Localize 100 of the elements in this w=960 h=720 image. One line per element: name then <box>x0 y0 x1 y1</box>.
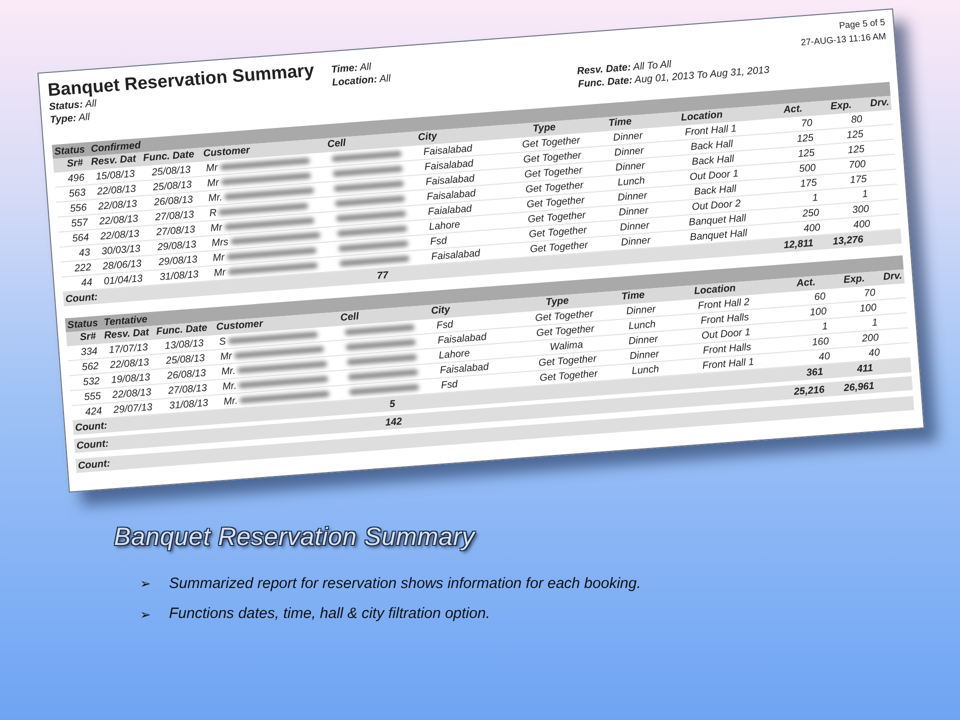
table-cell-text: 22/08/13 <box>110 386 153 403</box>
name-prefix: R <box>208 206 218 221</box>
blurred-text <box>334 196 406 207</box>
name-prefix: Mrs <box>211 235 229 251</box>
table-cell-text: Dinner <box>617 204 650 220</box>
table-cell-text: 125 <box>796 146 816 162</box>
table-cell-text: Front Hall 1 <box>701 355 756 374</box>
column-header: Exp. <box>842 272 866 288</box>
table-cell-text: Banquet Hall <box>687 212 748 228</box>
table-cell-text: 556 <box>68 200 88 216</box>
column-header: Cell <box>326 136 348 152</box>
table-cell-text: 29/08/13 <box>157 252 199 270</box>
name-prefix: Mr. <box>222 379 238 394</box>
table-cell-text: 44 <box>80 276 94 291</box>
total-value: 361 <box>805 365 824 380</box>
table-cell-text: 22/08/13 <box>96 197 138 214</box>
table-cell-text: Dinner <box>612 144 646 160</box>
table-cell-text: 40 <box>817 350 830 364</box>
column-header: Exp. <box>829 98 852 114</box>
blurred-text <box>336 210 406 222</box>
table-cell-text: 28/06/13 <box>101 257 143 274</box>
table-cell-text: 25/08/13 <box>150 163 192 180</box>
table-cell-text: 250 <box>801 206 820 222</box>
table-cell-text: 562 <box>80 360 100 375</box>
table-cell-text: Back Hall <box>690 152 736 170</box>
table-cell-text: 15/08/13 <box>94 167 136 184</box>
table-cell-text: 222 <box>73 260 93 276</box>
table-cell-text: 13/08/13 <box>163 336 206 354</box>
blurred-text <box>334 180 404 192</box>
table-cell-text: 532 <box>82 374 102 390</box>
table-cell-text: Lunch <box>627 318 658 334</box>
count-value: 77 <box>376 268 390 284</box>
blurred-text <box>348 369 418 380</box>
bullet-text: Summarized report for reservation shows information for each booking. <box>169 574 641 594</box>
table-cell-text: 400 <box>802 221 821 236</box>
count-label: Count: <box>64 290 100 307</box>
blurred-text <box>346 354 418 366</box>
blurred-text <box>332 166 403 177</box>
table-cell-text: 19/08/13 <box>110 370 152 388</box>
table-cell-text: Faialabad <box>427 202 474 220</box>
table-cell-text: Fsd <box>436 318 455 332</box>
blurred-text <box>344 324 415 336</box>
name-prefix: Mr. <box>223 394 238 410</box>
table-cell-text: 1 <box>820 320 828 334</box>
table-cell-text: 70 <box>862 286 876 301</box>
table-cell-text: Faisalabad <box>439 360 490 378</box>
blurred-text <box>337 225 408 237</box>
column-header: Drv. <box>882 270 904 285</box>
blurred-text <box>338 240 408 252</box>
column-header: Time <box>620 288 646 305</box>
column-header: Cell <box>340 310 360 326</box>
table-cell-text: 27/08/13 <box>166 381 208 398</box>
filter-text: Location: All <box>332 73 392 90</box>
name-prefix: Mr <box>206 161 218 176</box>
total-value: 411 <box>856 361 874 377</box>
table-cell-text: Get Together <box>538 367 599 386</box>
table-cell-text: Dinner <box>616 188 648 206</box>
blurred-text <box>332 150 402 162</box>
table-cell-text: 496 <box>66 171 86 186</box>
column-header: City <box>418 130 438 144</box>
table-cell-text: 125 <box>795 131 814 146</box>
table-cell-text: 80 <box>850 112 863 128</box>
table-cell-text: 300 <box>850 202 870 218</box>
table-cell-text: Front Halls <box>699 310 750 328</box>
table-cell-text: 29/07/13 <box>112 400 154 418</box>
table-cell-text: 22/08/13 <box>98 212 140 230</box>
total-value: 25,216 <box>792 383 825 400</box>
report-title: Banquet Reservation Summary <box>46 59 316 100</box>
table-cell-text: 1 <box>870 316 878 330</box>
table-cell-text: 334 <box>79 344 99 360</box>
table-cell-text: Dinner <box>614 159 646 176</box>
table-cell-text: 500 <box>798 161 816 176</box>
count-value: 142 <box>384 414 404 430</box>
table-cell-text: Dinner <box>627 332 660 349</box>
count-value: 5 <box>388 397 396 412</box>
column-header: Act. <box>795 276 816 292</box>
column-header: City <box>430 304 452 319</box>
print-timestamp: 27-AUG-13 11:16 AM <box>800 30 887 49</box>
group-status: Tentative <box>103 312 148 328</box>
name-prefix: Mr. <box>220 364 236 380</box>
table-cell-text: Dinner <box>628 347 660 364</box>
table-cell-text: Front Hall 1 <box>683 122 738 140</box>
table-cell-text: Faisalabad <box>422 142 474 159</box>
bullet-arrow-icon: ➢ <box>140 574 151 594</box>
filter-text: Time: All <box>330 60 373 76</box>
count-label: Count: <box>74 419 109 436</box>
table-cell-text: Get Together <box>523 164 584 182</box>
table-cell-text: 563 <box>67 186 87 202</box>
table-cell-text: 400 <box>852 217 871 232</box>
table-cell-text: Faisalabad <box>430 246 482 264</box>
table-cell-text: 1 <box>860 187 868 202</box>
filter-text: Type: All <box>50 110 92 127</box>
table-cell-text: 100 <box>858 301 877 316</box>
table-cell-text: Lahore <box>438 346 472 362</box>
table-cell-text: 22/08/13 <box>108 356 150 373</box>
table-cell-text: Get Together <box>537 352 598 370</box>
table-cell-text: 125 <box>846 142 866 158</box>
slide-title: Banquet Reservation Summary <box>114 522 476 553</box>
table-cell-text: Out Door 1 <box>700 326 752 343</box>
column-header: Sr# <box>65 156 84 172</box>
